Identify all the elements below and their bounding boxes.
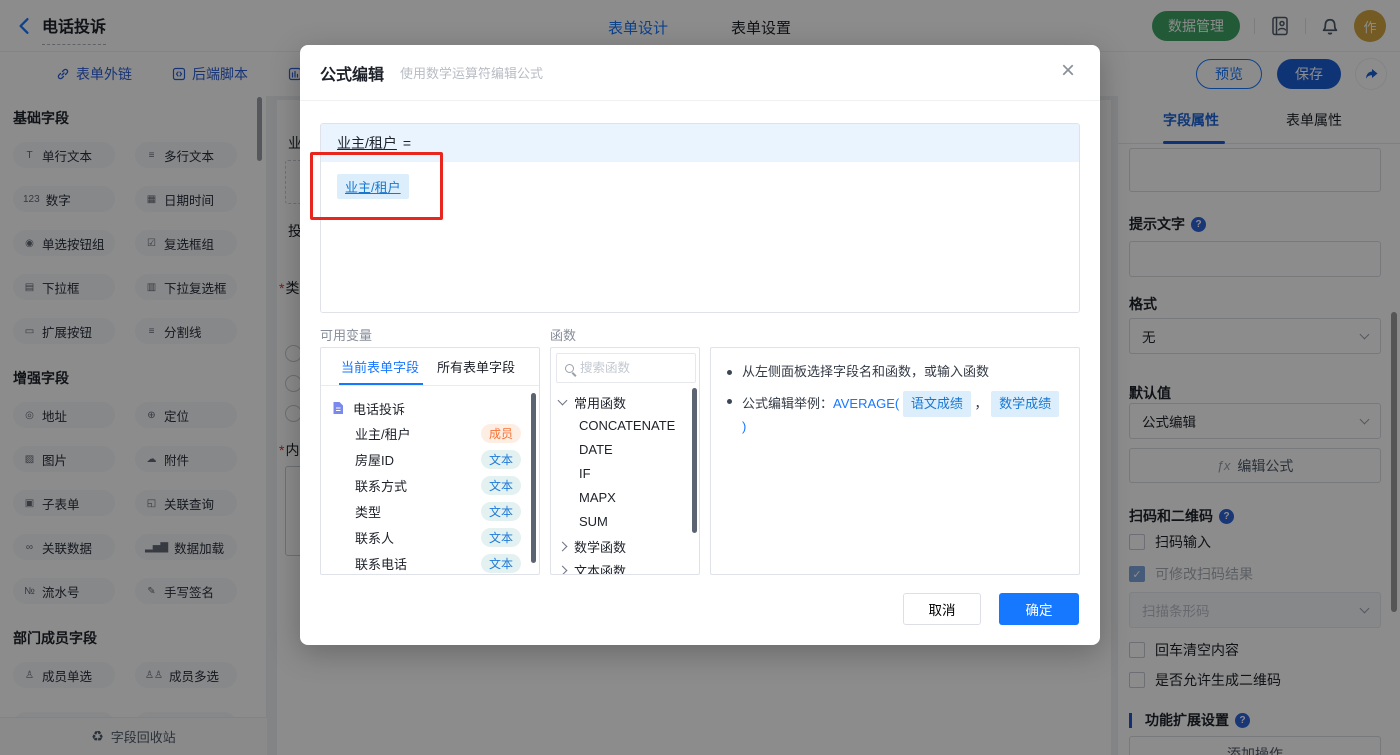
bullet-icon [727,399,732,404]
variables-label: 可用变量 [320,328,373,343]
help-panel: 从左侧面板选择字段名和函数，或输入函数 公式编辑举例：AVERAGE( 语文成绩… [710,347,1080,575]
function-group-math[interactable]: 数学函数 [551,534,699,558]
functions-label: 函数 [550,328,577,343]
tab-all-form-fields[interactable]: 所有表单字段 [437,357,515,376]
help-tip-2: 公式编辑举例：AVERAGE( 语文成绩 ， 数学成绩 ) [711,391,1079,437]
function-item[interactable]: SUM [551,510,699,534]
active-tab-underline [339,383,423,385]
form-doc-icon [333,402,343,414]
functions-scrollbar[interactable] [692,388,697,533]
modal-subtitle: 使用数学运算符编辑公式 [400,66,544,81]
form-tree-node[interactable]: 电话投诉 [321,386,539,420]
function-search-box [556,353,696,383]
variable-field-row[interactable]: 联系方式 文本 [321,472,539,498]
close-icon[interactable] [1056,59,1080,83]
variable-field-row[interactable]: 类型 文本 [321,498,539,524]
function-item[interactable]: DATE [551,438,699,462]
variable-field-row[interactable]: 业主/租户 成员 [321,420,539,446]
variable-field-row[interactable]: 联系电话 文本 [321,550,539,574]
bullet-icon [727,370,732,375]
function-search-input[interactable] [580,361,680,375]
example-chip: 语文成绩 [902,391,971,417]
function-group-text[interactable]: 文本函数 [551,558,699,574]
search-icon [565,363,574,373]
tab-current-form-fields[interactable]: 当前表单字段 [341,357,419,376]
variable-field-row[interactable]: 房屋ID 文本 [321,446,539,472]
app-root: 电话投诉 表单设计 表单设置 数据管理 作 表单外链 后端脚本 预览 保存 基础… [0,0,1400,755]
cancel-button[interactable]: 取消 [903,593,981,625]
function-item[interactable]: IF [551,462,699,486]
chevron-right-icon [557,565,568,574]
example-chip: 数学成绩 [991,391,1060,417]
function-item[interactable]: CONCATENATE [551,414,699,438]
formula-editor-modal: 公式编辑 使用数学运算符编辑公式 业主/租户 = 业主/租户 可用变量 当前表单… [300,45,1100,645]
common-functions-list: CONCATENATE DATE IF MAPX SUM [551,414,699,534]
chevron-right-icon [557,541,568,551]
help-tip-1: 从左侧面板选择字段名和函数，或输入函数 [711,362,1079,382]
annotation-highlight-box [310,152,443,220]
chevron-down-icon [557,395,568,406]
functions-panel: 常用函数 CONCATENATEDATEIFMAPXSUM 数学函数 文本函数 [550,347,700,575]
variables-panel: 当前表单字段 所有表单字段 电话投诉 业主/租户 成员 房屋ID 文本 联系方式… [320,347,540,575]
function-group-common[interactable]: 常用函数 [551,390,699,414]
variable-field-row[interactable]: 联系人 文本 [321,524,539,550]
modal-header: 公式编辑 使用数学运算符编辑公式 [300,45,1100,101]
formula-target-field: 业主/租户 [337,135,397,151]
variables-tabs: 当前表单字段 所有表单字段 [321,348,539,386]
confirm-button[interactable]: 确定 [999,593,1079,625]
variables-scrollbar[interactable] [531,393,536,563]
variables-list: 业主/租户 成员 房屋ID 文本 联系方式 文本 类型 文本 联系人 文本 联系… [321,420,539,574]
modal-title: 公式编辑 [320,66,385,84]
function-item[interactable]: MAPX [551,486,699,510]
